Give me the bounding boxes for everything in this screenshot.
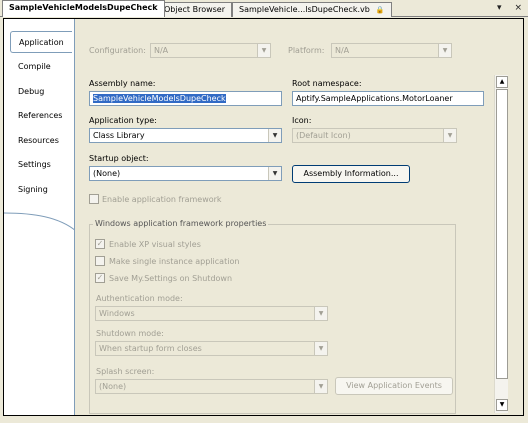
nav-item-debug[interactable]: Debug <box>10 81 72 103</box>
nav-item-resources[interactable]: Resources <box>10 130 72 152</box>
xp-styles-checkbox: ✓ <box>95 239 105 249</box>
document-tab-strip: SampleVehicleModelsDupeCheck Object Brow… <box>0 0 528 17</box>
tab-source-file[interactable]: SampleVehicle...lsDupeCheck.vb 🔒 <box>232 2 392 17</box>
chevron-down-icon: ▼ <box>257 44 270 57</box>
splash-screen-value: (None) <box>99 382 127 391</box>
chevron-down-icon: ▼ <box>314 342 327 355</box>
configuration-select: N/A ▼ <box>150 43 271 58</box>
enable-framework-checkbox <box>89 194 99 204</box>
assembly-name-label: Assembly name: <box>89 79 156 88</box>
nav-item-settings[interactable]: Settings <box>10 154 72 176</box>
configuration-label: Configuration: <box>89 46 146 55</box>
lock-icon: 🔒 <box>375 6 385 14</box>
shutdown-mode-select: When startup form closes ▼ <box>95 341 328 356</box>
application-type-label: Application type: <box>89 116 157 125</box>
close-icon[interactable]: × <box>514 3 522 13</box>
startup-object-label: Startup object: <box>89 154 149 163</box>
application-page: Configuration: N/A ▼ Platform: N/A ▼ Assem… <box>74 19 523 415</box>
chevron-down-icon: ▼ <box>268 129 281 142</box>
tab-label: Object Browser <box>164 5 226 14</box>
icon-value: (Default Icon) <box>296 131 351 140</box>
tab-dropdown-icon[interactable]: ▾ <box>497 3 502 13</box>
enable-framework-label: Enable application framework <box>102 195 222 204</box>
authentication-mode-label: Authentication mode: <box>96 294 183 303</box>
project-designer-frame: Application Compile Debug References Res… <box>3 18 524 416</box>
chevron-down-icon: ▼ <box>268 167 281 180</box>
scroll-down-icon[interactable]: ▼ <box>496 399 508 411</box>
startup-object-select[interactable]: (None) ▼ <box>89 166 282 181</box>
nav-item-application[interactable]: Application <box>10 31 72 53</box>
platform-select: N/A ▼ <box>331 43 452 58</box>
assembly-name-value: SampleVehicleModelsDupeCheck <box>93 94 226 103</box>
save-settings-label: Save My.Settings on Shutdown <box>109 274 233 283</box>
authentication-mode-select: Windows ▼ <box>95 306 328 321</box>
nav-label: Debug <box>18 87 45 96</box>
nav-label: Settings <box>18 160 51 169</box>
platform-label: Platform: <box>288 46 325 55</box>
shutdown-mode-value: When startup form closes <box>99 344 202 353</box>
save-settings-checkbox: ✓ <box>95 273 105 283</box>
tab-label: SampleVehicle...lsDupeCheck.vb <box>239 5 370 14</box>
chevron-down-icon: ▼ <box>314 380 327 393</box>
view-application-events-button: View Application Events <box>335 377 453 395</box>
tab-project-designer[interactable]: SampleVehicleModelsDupeCheck <box>2 0 165 17</box>
nav-curve-divider <box>4 212 76 232</box>
icon-label: Icon: <box>292 116 312 125</box>
root-namespace-input[interactable]: Aptify.SampleApplications.MotorLoaner <box>292 91 484 106</box>
chevron-down-icon: ▼ <box>438 44 451 57</box>
chevron-down-icon: ▼ <box>314 307 327 320</box>
icon-select: (Default Icon) ▼ <box>292 128 457 143</box>
nav-label: References <box>18 111 63 120</box>
single-instance-checkbox <box>95 256 105 266</box>
nav-item-references[interactable]: References <box>10 105 72 127</box>
nav-label: Compile <box>18 62 51 71</box>
scroll-up-icon[interactable]: ▲ <box>496 76 508 88</box>
nav-item-signing[interactable]: Signing <box>10 179 72 201</box>
chevron-down-icon: ▼ <box>443 129 456 142</box>
vertical-scrollbar[interactable]: ▲ ▼ <box>494 75 508 413</box>
splash-screen-select: (None) ▼ <box>95 379 328 394</box>
application-type-value: Class Library <box>93 131 145 140</box>
windows-framework-group-title: Windows application framework properties <box>93 219 269 228</box>
nav-label: Application <box>19 38 64 47</box>
platform-value: N/A <box>335 46 350 55</box>
configuration-value: N/A <box>154 46 169 55</box>
nav-label: Signing <box>18 185 48 194</box>
tab-object-browser[interactable]: Object Browser <box>157 2 233 17</box>
shutdown-mode-label: Shutdown mode: <box>96 329 164 338</box>
tab-label: SampleVehicleModelsDupeCheck <box>9 3 158 12</box>
designer-nav: Application Compile Debug References Res… <box>4 19 76 415</box>
assembly-name-input[interactable]: SampleVehicleModelsDupeCheck <box>89 91 282 106</box>
scrollbar-thumb[interactable] <box>496 89 508 379</box>
root-namespace-label: Root namespace: <box>292 79 362 88</box>
nav-item-compile[interactable]: Compile <box>10 56 72 78</box>
xp-styles-label: Enable XP visual styles <box>109 240 201 249</box>
assembly-information-button[interactable]: Assembly Information... <box>292 165 410 183</box>
root-namespace-value: Aptify.SampleApplications.MotorLoaner <box>296 94 453 103</box>
authentication-mode-value: Windows <box>99 309 135 318</box>
tab-controls: ▾ × <box>487 3 522 13</box>
nav-label: Resources <box>18 136 59 145</box>
application-type-select[interactable]: Class Library ▼ <box>89 128 282 143</box>
startup-object-value: (None) <box>93 169 121 178</box>
single-instance-label: Make single instance application <box>109 257 240 266</box>
splash-screen-label: Splash screen: <box>96 367 155 376</box>
